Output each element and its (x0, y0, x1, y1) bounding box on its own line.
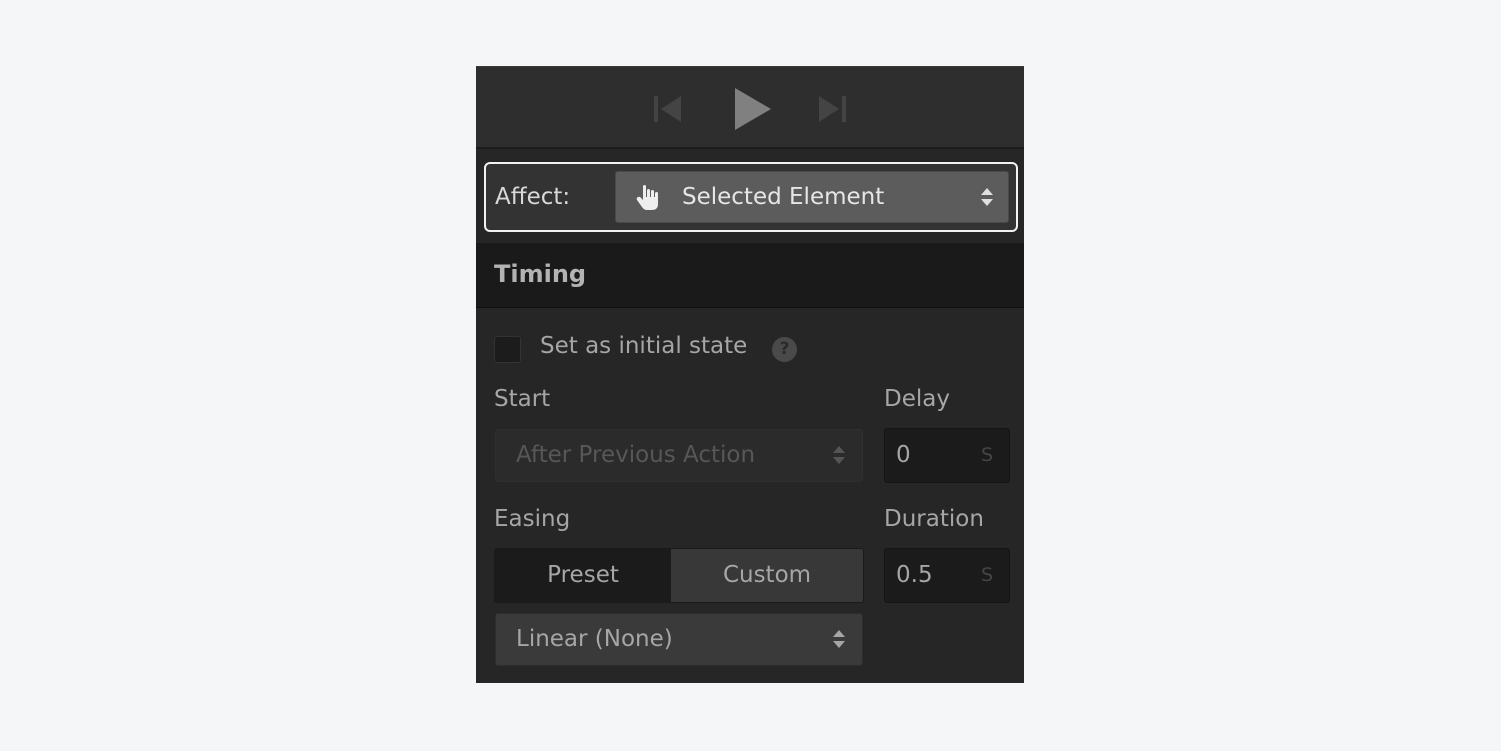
easing-mode-toggle: Preset Custom (494, 548, 864, 603)
hand-pointer-icon (636, 185, 658, 210)
start-value: After Previous Action (516, 442, 756, 468)
delay-label: Delay (884, 386, 950, 412)
initial-state-row: Set as initial state ? (494, 333, 894, 364)
help-icon[interactable]: ? (772, 337, 797, 362)
duration-unit: S (980, 564, 993, 586)
easing-preset-tab[interactable]: Preset (495, 549, 671, 602)
easing-label: Easing (494, 506, 571, 532)
select-arrows-icon (833, 630, 845, 648)
initial-state-label: Set as initial state (540, 333, 748, 359)
easing-value: Linear (None) (516, 626, 673, 652)
transport-controls (476, 66, 1024, 149)
start-label: Start (494, 386, 551, 412)
delay-unit: S (980, 444, 993, 466)
initial-state-checkbox[interactable] (494, 336, 521, 363)
delay-value: 0 (896, 442, 911, 468)
easing-custom-tab[interactable]: Custom (671, 549, 863, 602)
affect-row: Affect: Selected Element (476, 151, 1024, 243)
affect-field-highlight: Affect: Selected Element (484, 162, 1018, 232)
skip-back-icon (654, 95, 681, 122)
play-button[interactable] (728, 67, 778, 150)
timing-section-header[interactable]: Timing (476, 243, 1024, 308)
select-arrows-icon (833, 446, 845, 464)
start-select[interactable]: After Previous Action (495, 429, 863, 482)
skip-forward-button[interactable] (812, 67, 852, 150)
easing-select[interactable]: Linear (None) (495, 613, 863, 666)
duration-value: 0.5 (896, 562, 933, 588)
duration-label: Duration (884, 506, 984, 532)
duration-input[interactable]: 0.5 S (884, 548, 1010, 603)
affect-value: Selected Element (682, 184, 885, 210)
skip-back-button[interactable] (648, 67, 688, 150)
timing-title: Timing (494, 260, 587, 288)
play-icon (735, 87, 771, 130)
affect-select[interactable]: Selected Element (615, 171, 1009, 223)
delay-input[interactable]: 0 S (884, 428, 1010, 483)
animation-settings-panel: Affect: Selected Element Timing Set as i… (476, 66, 1024, 683)
select-arrows-icon (981, 188, 993, 206)
skip-forward-icon (819, 95, 846, 122)
affect-label: Affect: (495, 184, 571, 210)
